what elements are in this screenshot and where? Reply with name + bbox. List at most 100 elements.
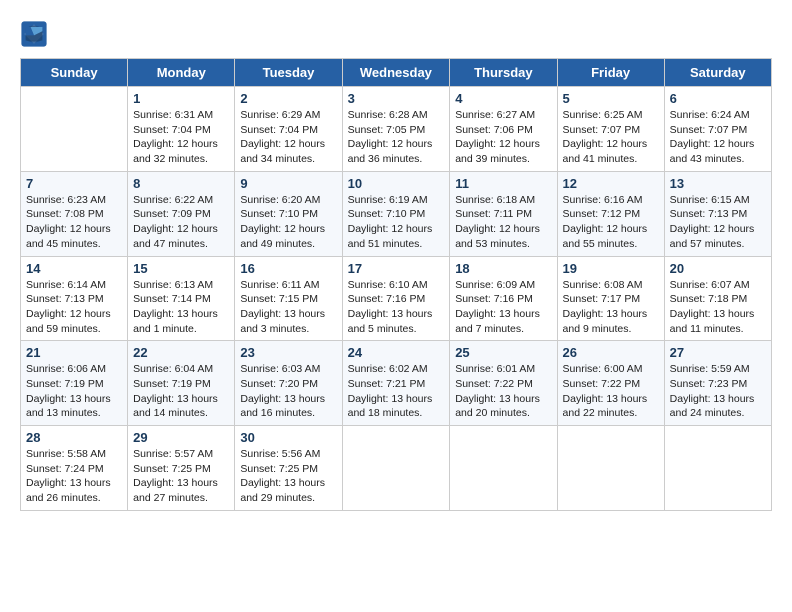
day-info: Sunrise: 5:56 AMSunset: 7:25 PMDaylight:…: [240, 447, 336, 506]
day-info: Sunrise: 5:59 AMSunset: 7:23 PMDaylight:…: [670, 362, 766, 421]
day-info: Sunrise: 6:00 AMSunset: 7:22 PMDaylight:…: [563, 362, 659, 421]
day-info: Sunrise: 6:08 AMSunset: 7:17 PMDaylight:…: [563, 278, 659, 337]
day-info: Sunrise: 6:22 AMSunset: 7:09 PMDaylight:…: [133, 193, 229, 252]
day-number: 13: [670, 176, 766, 191]
calendar-table: SundayMondayTuesdayWednesdayThursdayFrid…: [20, 58, 772, 511]
calendar-cell: 29 Sunrise: 5:57 AMSunset: 7:25 PMDayligh…: [128, 426, 235, 511]
calendar-cell: 16 Sunrise: 6:11 AMSunset: 7:15 PMDayligh…: [235, 256, 342, 341]
calendar-cell: 30 Sunrise: 5:56 AMSunset: 7:25 PMDayligh…: [235, 426, 342, 511]
calendar-cell: 19 Sunrise: 6:08 AMSunset: 7:17 PMDayligh…: [557, 256, 664, 341]
calendar-cell: 20 Sunrise: 6:07 AMSunset: 7:18 PMDayligh…: [664, 256, 771, 341]
calendar-cell: 9 Sunrise: 6:20 AMSunset: 7:10 PMDaylight…: [235, 171, 342, 256]
calendar-cell: 17 Sunrise: 6:10 AMSunset: 7:16 PMDayligh…: [342, 256, 450, 341]
day-number: 19: [563, 261, 659, 276]
weekday-header-row: SundayMondayTuesdayWednesdayThursdayFrid…: [21, 59, 772, 87]
day-info: Sunrise: 6:28 AMSunset: 7:05 PMDaylight:…: [348, 108, 445, 167]
day-number: 3: [348, 91, 445, 106]
day-number: 9: [240, 176, 336, 191]
day-info: Sunrise: 6:02 AMSunset: 7:21 PMDaylight:…: [348, 362, 445, 421]
day-number: 29: [133, 430, 229, 445]
day-number: 11: [455, 176, 551, 191]
day-number: 22: [133, 345, 229, 360]
weekday-header-monday: Monday: [128, 59, 235, 87]
weekday-header-saturday: Saturday: [664, 59, 771, 87]
day-info: Sunrise: 6:14 AMSunset: 7:13 PMDaylight:…: [26, 278, 122, 337]
calendar-cell: 5 Sunrise: 6:25 AMSunset: 7:07 PMDaylight…: [557, 87, 664, 172]
day-info: Sunrise: 6:04 AMSunset: 7:19 PMDaylight:…: [133, 362, 229, 421]
day-info: Sunrise: 6:25 AMSunset: 7:07 PMDaylight:…: [563, 108, 659, 167]
day-number: 25: [455, 345, 551, 360]
calendar-cell: [21, 87, 128, 172]
day-number: 26: [563, 345, 659, 360]
day-number: 30: [240, 430, 336, 445]
day-info: Sunrise: 6:09 AMSunset: 7:16 PMDaylight:…: [455, 278, 551, 337]
calendar-cell: 6Sunrise: 6:24 AMSunset: 7:07 PMDaylight…: [664, 87, 771, 172]
calendar-week-5: 28 Sunrise: 5:58 AMSunset: 7:24 PMDayligh…: [21, 426, 772, 511]
day-info: Sunrise: 6:18 AMSunset: 7:11 PMDaylight:…: [455, 193, 551, 252]
day-number: 7: [26, 176, 122, 191]
calendar-cell: 3 Sunrise: 6:28 AMSunset: 7:05 PMDaylight…: [342, 87, 450, 172]
day-number: 28: [26, 430, 122, 445]
weekday-header-friday: Friday: [557, 59, 664, 87]
day-number: 14: [26, 261, 122, 276]
calendar-cell: [557, 426, 664, 511]
calendar-cell: 2 Sunrise: 6:29 AMSunset: 7:04 PMDaylight…: [235, 87, 342, 172]
day-info: Sunrise: 6:10 AMSunset: 7:16 PMDaylight:…: [348, 278, 445, 337]
weekday-header-tuesday: Tuesday: [235, 59, 342, 87]
day-info: Sunrise: 6:20 AMSunset: 7:10 PMDaylight:…: [240, 193, 336, 252]
day-number: 17: [348, 261, 445, 276]
day-info: Sunrise: 6:27 AMSunset: 7:06 PMDaylight:…: [455, 108, 551, 167]
calendar-cell: 10Sunrise: 6:19 AMSunset: 7:10 PMDayligh…: [342, 171, 450, 256]
day-number: 21: [26, 345, 122, 360]
calendar-cell: 25 Sunrise: 6:01 AMSunset: 7:22 PMDayligh…: [450, 341, 557, 426]
day-number: 20: [670, 261, 766, 276]
calendar-cell: 1Sunrise: 6:31 AMSunset: 7:04 PMDaylight…: [128, 87, 235, 172]
logo-icon: [20, 20, 48, 48]
calendar-cell: 14 Sunrise: 6:14 AMSunset: 7:13 PMDayligh…: [21, 256, 128, 341]
day-number: 24: [348, 345, 445, 360]
calendar-cell: 12 Sunrise: 6:16 AMSunset: 7:12 PMDayligh…: [557, 171, 664, 256]
calendar-cell: 4 Sunrise: 6:27 AMSunset: 7:06 PMDaylight…: [450, 87, 557, 172]
calendar-cell: 22 Sunrise: 6:04 AMSunset: 7:19 PMDayligh…: [128, 341, 235, 426]
day-info: Sunrise: 6:29 AMSunset: 7:04 PMDaylight:…: [240, 108, 336, 167]
day-info: Sunrise: 6:11 AMSunset: 7:15 PMDaylight:…: [240, 278, 336, 337]
day-info: Sunrise: 6:01 AMSunset: 7:22 PMDaylight:…: [455, 362, 551, 421]
day-number: 16: [240, 261, 336, 276]
weekday-header-thursday: Thursday: [450, 59, 557, 87]
calendar-cell: 23Sunrise: 6:03 AMSunset: 7:20 PMDayligh…: [235, 341, 342, 426]
calendar-cell: [664, 426, 771, 511]
calendar-cell: 13 Sunrise: 6:15 AMSunset: 7:13 PMDayligh…: [664, 171, 771, 256]
calendar-week-3: 14 Sunrise: 6:14 AMSunset: 7:13 PMDayligh…: [21, 256, 772, 341]
logo: [20, 20, 50, 48]
day-number: 2: [240, 91, 336, 106]
calendar-cell: [342, 426, 450, 511]
calendar-week-4: 21 Sunrise: 6:06 AMSunset: 7:19 PMDayligh…: [21, 341, 772, 426]
day-info: Sunrise: 5:58 AMSunset: 7:24 PMDaylight:…: [26, 447, 122, 506]
day-number: 15: [133, 261, 229, 276]
day-number: 8: [133, 176, 229, 191]
day-info: Sunrise: 6:06 AMSunset: 7:19 PMDaylight:…: [26, 362, 122, 421]
calendar-cell: 28 Sunrise: 5:58 AMSunset: 7:24 PMDayligh…: [21, 426, 128, 511]
calendar-cell: 7 Sunrise: 6:23 AMSunset: 7:08 PMDaylight…: [21, 171, 128, 256]
calendar-cell: 15Sunrise: 6:13 AMSunset: 7:14 PMDayligh…: [128, 256, 235, 341]
day-number: 5: [563, 91, 659, 106]
calendar-cell: 24 Sunrise: 6:02 AMSunset: 7:21 PMDayligh…: [342, 341, 450, 426]
page-header: [20, 20, 772, 48]
day-info: Sunrise: 6:03 AMSunset: 7:20 PMDaylight:…: [240, 362, 336, 421]
day-info: Sunrise: 6:24 AMSunset: 7:07 PMDaylight:…: [670, 108, 766, 167]
day-info: Sunrise: 6:07 AMSunset: 7:18 PMDaylight:…: [670, 278, 766, 337]
calendar-cell: [450, 426, 557, 511]
day-number: 27: [670, 345, 766, 360]
day-info: Sunrise: 6:31 AMSunset: 7:04 PMDaylight:…: [133, 108, 229, 167]
day-info: Sunrise: 5:57 AMSunset: 7:25 PMDaylight:…: [133, 447, 229, 506]
day-number: 12: [563, 176, 659, 191]
day-number: 4: [455, 91, 551, 106]
weekday-header-wednesday: Wednesday: [342, 59, 450, 87]
calendar-cell: 26 Sunrise: 6:00 AMSunset: 7:22 PMDayligh…: [557, 341, 664, 426]
day-info: Sunrise: 6:16 AMSunset: 7:12 PMDaylight:…: [563, 193, 659, 252]
day-info: Sunrise: 6:15 AMSunset: 7:13 PMDaylight:…: [670, 193, 766, 252]
calendar-cell: 18Sunrise: 6:09 AMSunset: 7:16 PMDayligh…: [450, 256, 557, 341]
day-info: Sunrise: 6:23 AMSunset: 7:08 PMDaylight:…: [26, 193, 122, 252]
calendar-week-2: 7 Sunrise: 6:23 AMSunset: 7:08 PMDaylight…: [21, 171, 772, 256]
calendar-cell: 27 Sunrise: 5:59 AMSunset: 7:23 PMDayligh…: [664, 341, 771, 426]
